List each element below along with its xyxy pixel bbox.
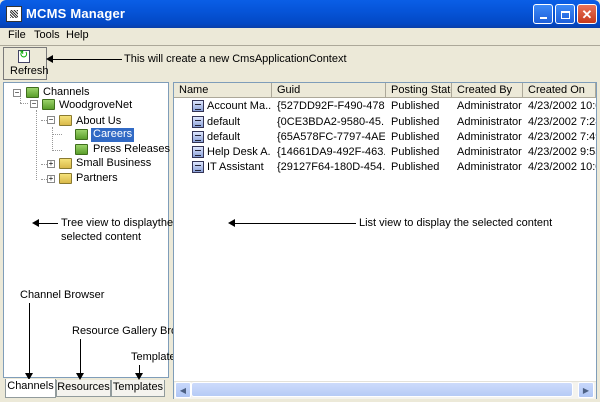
cell-name: Help Desk A... <box>207 146 271 158</box>
cell-name: Account Ma... <box>207 100 271 112</box>
column-header-created-on[interactable]: Created On <box>523 83 596 98</box>
channel-folder-icon <box>42 99 55 110</box>
cell-posting-state: Published <box>391 116 440 128</box>
column-header-guid[interactable]: Guid <box>272 83 386 98</box>
tree-item-partners[interactable]: Partners <box>76 172 118 186</box>
tree-item-channels[interactable]: Channels <box>43 86 89 100</box>
annotation-arrow <box>38 223 58 224</box>
toolbar-divider <box>0 45 600 46</box>
annotation-arrowhead <box>76 373 84 380</box>
scroll-left-button[interactable]: ◀ <box>175 382 191 398</box>
cell-guid: {14661DA9-492F-463... <box>277 146 385 158</box>
minimize-button[interactable] <box>533 4 553 24</box>
refresh-icon <box>18 48 30 63</box>
cell-name: IT Assistant <box>207 161 264 173</box>
posting-icon <box>192 100 204 112</box>
menu-help[interactable]: Help <box>66 29 89 41</box>
channel-folder-icon <box>75 129 88 140</box>
column-header-posting-state[interactable]: Posting State <box>386 83 452 98</box>
menu-tools[interactable]: Tools <box>34 29 60 41</box>
cell-created-on: 4/23/2002 10:0 <box>528 161 596 173</box>
posting-icon <box>192 131 204 143</box>
annotation-refresh: This will create a new CmsApplicationCon… <box>124 53 347 65</box>
refresh-label: Refresh <box>10 65 49 77</box>
cell-created-by: Administrator <box>457 100 522 112</box>
cell-guid: {29127F64-180D-454... <box>277 161 385 173</box>
collapse-toggle[interactable]: − <box>13 89 21 97</box>
cell-created-on: 4/23/2002 9:53 <box>528 146 596 158</box>
cell-posting-state: Published <box>391 131 440 143</box>
cell-posting-state: Published <box>391 161 440 173</box>
close-button[interactable]: ✕ <box>577 4 597 24</box>
cell-posting-state: Published <box>391 146 440 158</box>
annotation-arrowhead <box>135 373 143 380</box>
cell-created-by: Administrator <box>457 161 522 173</box>
tree-item-woodgrovenet[interactable]: WoodgroveNet <box>59 99 132 113</box>
cell-created-by: Administrator <box>457 146 522 158</box>
collapse-toggle[interactable]: − <box>47 116 55 124</box>
cell-guid: {527DD92F-F490-478... <box>277 100 385 112</box>
tree-item-about-us[interactable]: About Us <box>76 115 121 129</box>
channel-folder-icon <box>75 144 88 155</box>
annotation-tree-line1: Tree view to displaythe <box>61 217 174 229</box>
tree-line <box>52 134 62 135</box>
minimize-icon <box>539 17 547 19</box>
channel-folder-icon <box>59 115 72 126</box>
cell-name: default <box>207 116 241 128</box>
tree-line <box>20 103 28 104</box>
channel-folder-icon <box>59 158 72 169</box>
annotation-arrow <box>234 223 356 224</box>
posting-icon <box>192 161 204 173</box>
expand-toggle[interactable]: + <box>47 160 55 168</box>
annotation-tree-line2: selected content <box>61 231 142 243</box>
cell-posting-state: Published <box>391 100 440 112</box>
window-title: MCMS Manager <box>26 6 126 21</box>
app-icon[interactable] <box>6 6 22 22</box>
tree-line <box>52 127 53 151</box>
collapse-toggle[interactable]: − <box>30 100 38 108</box>
cell-name: default <box>207 131 241 143</box>
channel-folder-icon <box>59 173 72 184</box>
cell-created-by: Administrator <box>457 116 522 128</box>
tree-item-careers[interactable]: Careers <box>91 128 135 142</box>
cell-created-on: 4/23/2002 7:28 <box>528 116 596 128</box>
expand-toggle[interactable]: + <box>47 175 55 183</box>
cell-created-on: 4/23/2002 7:49 <box>528 131 596 143</box>
posting-icon <box>192 146 204 158</box>
menu-file[interactable]: File <box>8 29 26 41</box>
tab-resources[interactable]: Resources <box>56 380 111 397</box>
tree-item-small-business[interactable]: Small Business <box>76 157 151 171</box>
channel-folder-icon <box>26 87 39 98</box>
annotation-arrow <box>52 59 122 60</box>
tree-line <box>36 110 37 180</box>
scrollbar-thumb[interactable] <box>191 382 573 397</box>
close-icon: ✕ <box>581 7 593 22</box>
annotation-list-view: List view to display the selected conten… <box>359 217 553 229</box>
scroll-left-icon: ◀ <box>179 386 187 395</box>
posting-icon <box>192 116 204 128</box>
menu-bar <box>0 28 600 44</box>
cell-created-on: 4/23/2002 10:0 <box>528 100 596 112</box>
tree-line <box>52 150 62 151</box>
column-header-created-by[interactable]: Created By <box>452 83 523 98</box>
tab-templates[interactable]: Templates <box>111 380 165 397</box>
scroll-right-icon: ▶ <box>582 386 590 395</box>
annotation-arrow <box>29 303 30 377</box>
cell-guid: {65A578FC-7797-4AE... <box>277 131 385 143</box>
annotation-arrow <box>80 339 81 377</box>
maximize-button[interactable] <box>555 4 575 24</box>
cell-created-by: Administrator <box>457 131 522 143</box>
tab-channels[interactable]: Channels <box>5 379 56 398</box>
maximize-icon <box>560 11 570 19</box>
tree-item-press-releases[interactable]: Press Releases <box>93 143 170 157</box>
annotation-channel-browser: Channel Browser <box>20 289 105 301</box>
column-header-name[interactable]: Name <box>174 83 272 98</box>
scroll-right-button[interactable]: ▶ <box>578 382 594 398</box>
cell-guid: {0CE3BDA2-9580-45... <box>277 116 385 128</box>
